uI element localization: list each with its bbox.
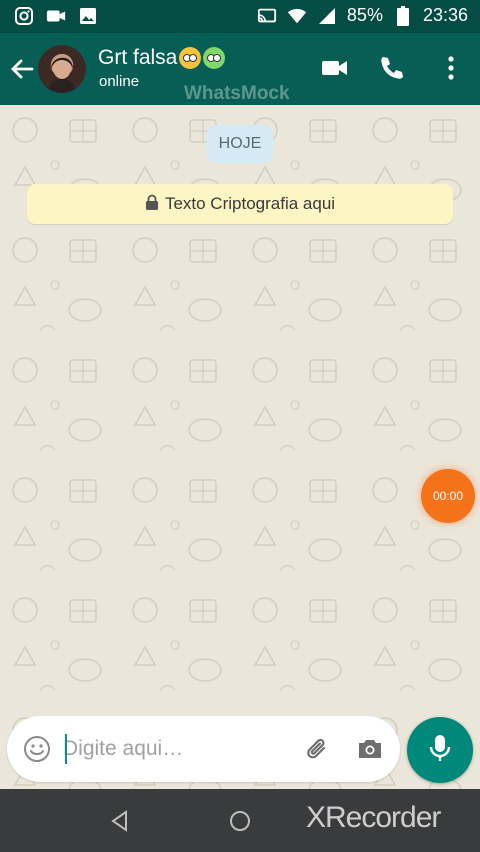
face-with-rolling-eyes-icon [179, 47, 202, 69]
signal-icon [317, 6, 337, 26]
gallery-icon [78, 6, 98, 26]
battery-percent: 85% [346, 5, 383, 25]
attachment-icon[interactable] [304, 735, 332, 763]
camera-icon[interactable] [356, 735, 384, 763]
lock-icon [145, 194, 159, 215]
contact-status: online [99, 73, 140, 90]
back-arrow-icon[interactable] [8, 55, 36, 83]
contact-name: Grt falsa [98, 46, 178, 69]
clock: 23:36 [422, 5, 468, 25]
whatsmock-watermark: WhatsMock [184, 83, 290, 104]
chat-header: Grt falsa online WhatsMock [0, 33, 480, 105]
encryption-notice[interactable]: Texto Criptografia aqui [27, 184, 453, 224]
chat-area[interactable]: HOJE Texto Criptografia aqui 00:00 [0, 105, 480, 789]
recording-timer-bubble[interactable]: 00:00 [421, 469, 475, 523]
instagram-icon [14, 6, 34, 26]
voice-call-icon[interactable] [377, 53, 407, 83]
text-caret [65, 734, 67, 764]
wifi-icon [287, 6, 307, 26]
nav-home-icon[interactable] [226, 807, 254, 835]
cast-icon [257, 6, 277, 26]
video-camera-icon [46, 6, 66, 26]
video-call-icon[interactable] [320, 53, 350, 83]
system-navigation-bar: XRecorder [0, 789, 480, 852]
date-chip: HOJE [207, 125, 273, 163]
message-input[interactable] [63, 732, 293, 766]
status-bar: 85% 23:36 [0, 0, 480, 33]
emoji-icon[interactable] [23, 735, 51, 763]
nauseated-face-icon [203, 47, 226, 69]
message-composer [7, 716, 400, 782]
more-options-icon[interactable] [436, 53, 466, 83]
encryption-notice-text: Texto Criptografia aqui [164, 194, 336, 213]
avatar[interactable] [38, 45, 86, 93]
battery-icon [393, 5, 413, 26]
microphone-icon [427, 733, 453, 768]
xrecorder-watermark: XRecorder [306, 801, 441, 834]
contact-name-row[interactable]: Grt falsa [98, 46, 226, 70]
nav-back-icon[interactable] [106, 807, 134, 835]
microphone-button[interactable] [407, 717, 473, 783]
